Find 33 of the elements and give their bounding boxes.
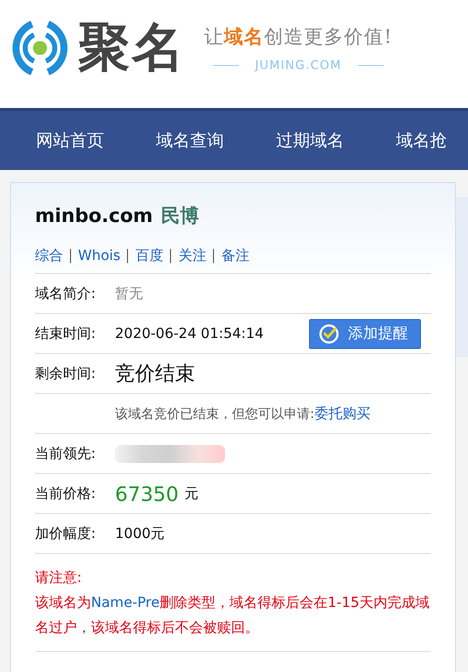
- field-label: 剩余时间:: [35, 364, 97, 382]
- slogan: 让域名创造更多价值!: [204, 25, 393, 50]
- tool-link[interactable]: 综合: [35, 247, 63, 265]
- nav-link[interactable]: 域名查询: [156, 129, 224, 152]
- note-text: 该域名竞价已结束，但您可以申请:: [115, 406, 314, 422]
- nav-link[interactable]: 网站首页: [36, 129, 104, 152]
- tool-link[interactable]: 百度: [135, 247, 164, 265]
- price-unit: 元: [184, 484, 199, 502]
- tool-link[interactable]: 备注: [221, 247, 250, 265]
- logo-text: 聚名: [78, 22, 186, 74]
- reminder-button[interactable]: 添加提醒: [309, 318, 421, 348]
- field-label: 当前领先:: [35, 444, 97, 462]
- site-address: JUMING.COM: [255, 58, 342, 72]
- field-label: 结束时间:: [35, 324, 97, 342]
- domain-meaning: 民博: [160, 204, 199, 229]
- logo-icon: [10, 18, 70, 78]
- field-label: 域名简介:: [35, 284, 97, 302]
- tool-link[interactable]: Whois: [78, 248, 120, 264]
- nav-link[interactable]: 过期域名: [276, 129, 344, 152]
- field-value: 暂无: [115, 284, 143, 302]
- notice-title: 请注意:: [35, 569, 83, 588]
- entrust-link[interactable]: 委托购买: [314, 404, 370, 422]
- tool-link[interactable]: 关注: [178, 247, 206, 265]
- nav-link[interactable]: 域名抢: [396, 129, 447, 152]
- notice-text: 该域名为Name-Pre删除类型，域名得标后会在1-15天内完成域名过户，该域名得标后不会被赎回。: [35, 594, 430, 638]
- check-icon: [318, 322, 340, 344]
- field-value: 竞价结束: [115, 360, 195, 387]
- field-value: 1000元: [115, 524, 165, 542]
- price-value: 67350: [115, 482, 179, 506]
- field-value: 2020-06-24 01:54:14: [115, 326, 264, 342]
- field-label: 当前价格:: [35, 484, 97, 502]
- domain-name: minbo.com: [35, 205, 153, 227]
- field-label: 加价幅度:: [35, 524, 97, 542]
